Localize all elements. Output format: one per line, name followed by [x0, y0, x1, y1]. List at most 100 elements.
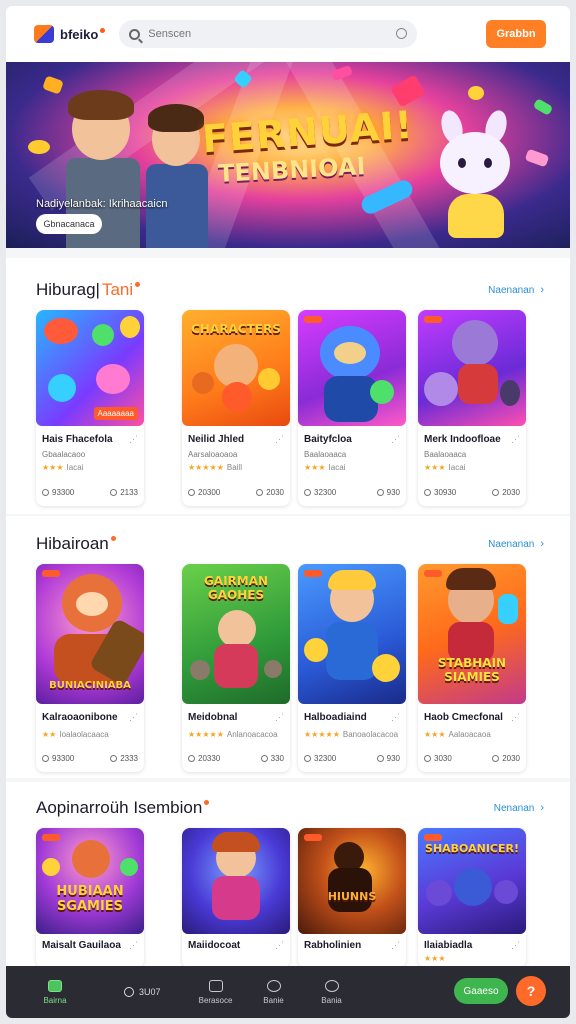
rating-stars: ★★★★★ Anlanoacacoa: [188, 730, 278, 739]
game-thumbnail[interactable]: [182, 828, 290, 934]
candy-shape: [42, 75, 64, 95]
section-popular: Hibairoan Naenanan › BUNIACINIABA Kalraoa…: [6, 516, 570, 778]
section-title-text: Aopinarroüh Isembion: [36, 798, 203, 817]
game-thumbnail[interactable]: [298, 564, 406, 704]
share-icon[interactable]: ⋰: [129, 712, 138, 723]
see-all-link[interactable]: Naenanan ›: [488, 538, 544, 550]
like-icon: [376, 755, 384, 762]
like-icon: [376, 489, 384, 496]
game-title[interactable]: Baityfcloa: [304, 434, 390, 445]
likes-stat: 2133: [110, 488, 138, 497]
section-recommended: Aopinarroüh Isembion Nenanan › HUBIAAN SG…: [6, 782, 570, 968]
nav-calendar[interactable]: Berasoce: [187, 972, 245, 1012]
card-stats: 3030 2030: [424, 754, 520, 763]
help-button[interactable]: ?: [516, 976, 546, 1006]
game-thumbnail[interactable]: GAIRMAN GAOHES: [182, 564, 290, 704]
game-title[interactable]: Neilid Jhled: [188, 434, 274, 445]
likes-count: 2333: [120, 754, 138, 763]
game-card[interactable]: SHABOANICER! Ilaiabiadla ⋰ ★★★: [418, 828, 526, 968]
character-art: [452, 320, 498, 366]
game-card[interactable]: Baityfcloa ⋰ Baalaoaaca ★★★ Iacai 32300 9…: [298, 310, 406, 506]
header-action-button[interactable]: Grabbn: [486, 20, 546, 48]
game-title[interactable]: Maiidocoat: [188, 940, 274, 951]
game-title[interactable]: Kalraoaonibone: [42, 712, 128, 723]
game-title[interactable]: Maisalt Gauilaoa: [42, 940, 128, 951]
see-all-link[interactable]: Nenanan ›: [494, 802, 544, 814]
candy-art: [370, 380, 394, 404]
game-thumbnail[interactable]: [418, 310, 526, 426]
nav-profile[interactable]: Bania: [303, 972, 361, 1012]
see-all-label: Nenanan: [493, 802, 535, 814]
candy-shape: [468, 86, 484, 100]
share-icon[interactable]: ⋰: [275, 940, 284, 951]
game-thumbnail[interactable]: HUBIAAN SGAMIES: [36, 828, 144, 934]
game-thumbnail[interactable]: Aaaaaaaa: [36, 310, 144, 426]
nav-search-label: Banie: [263, 995, 284, 1005]
game-thumbnail[interactable]: [298, 310, 406, 426]
game-card[interactable]: CHARACTERS Neilid Jhled ⋰ Aarsaloaoaoa ★…: [182, 310, 290, 506]
thumbnail-title-art: GAIRMAN GAOHES: [203, 574, 269, 602]
game-thumbnail[interactable]: SHABOANICER!: [418, 828, 526, 934]
hero-cta-button[interactable]: Gbnacanaca: [36, 214, 102, 234]
game-thumbnail[interactable]: BUNIACINIABA: [36, 564, 144, 704]
new-badge: [42, 834, 60, 841]
see-all-label: Naenanan: [488, 284, 535, 296]
game-card[interactable]: GAIRMAN GAOHES Meidobnal ⋰ ★★★★★ Anlanoac…: [182, 564, 290, 772]
character-art: [334, 342, 366, 364]
share-icon[interactable]: ⋰: [391, 434, 400, 445]
star-icons: ★★★: [424, 730, 446, 739]
game-card[interactable]: Maiidocoat ⋰: [182, 828, 290, 968]
game-title[interactable]: Rabholinien: [304, 940, 390, 951]
share-icon[interactable]: ⋰: [275, 434, 284, 445]
nav-profile-label: Bania: [321, 995, 342, 1005]
nav-clock[interactable]: 3U07: [124, 987, 161, 997]
game-title[interactable]: Hais Fhacefola: [42, 434, 128, 445]
share-icon[interactable]: ⋰: [391, 940, 400, 951]
star-icons: ★★★★★: [188, 730, 224, 739]
hero-caption: Nadiyelanbak: Ikrihaacaicn: [36, 198, 168, 210]
play-button[interactable]: Gaaeso: [454, 978, 508, 1004]
likes-stat: 2030: [492, 488, 520, 497]
game-title[interactable]: Merk Indoofloae: [424, 434, 510, 445]
game-card[interactable]: HIUNNS Rabholinien ⋰: [298, 828, 406, 968]
search-input[interactable]: [148, 28, 379, 40]
game-card[interactable]: HUBIAAN SGAMIES Maisalt Gauilaoa ⋰: [36, 828, 144, 968]
logo-text[interactable]: bfeiko: [60, 27, 98, 42]
share-icon[interactable]: ⋰: [511, 712, 520, 723]
character-art: [324, 376, 378, 422]
likes-stat: 330: [260, 754, 284, 763]
game-thumbnail[interactable]: CHARACTERS: [182, 310, 290, 426]
search-bar[interactable]: [119, 20, 418, 48]
share-icon[interactable]: ⋰: [129, 434, 138, 445]
candy-art: [42, 858, 60, 876]
logo-icon[interactable]: [34, 25, 54, 43]
nav-search[interactable]: Banie: [245, 972, 303, 1012]
game-thumbnail[interactable]: STABHAIN SIAMIES: [418, 564, 526, 704]
game-title[interactable]: Halboadiaind: [304, 712, 390, 723]
candy-art: [96, 364, 130, 394]
share-icon[interactable]: ⋰: [129, 940, 138, 951]
play-count-icon: [424, 755, 431, 762]
share-icon[interactable]: ⋰: [511, 434, 520, 445]
share-icon[interactable]: ⋰: [275, 712, 284, 723]
game-title[interactable]: Haob Cmecfonal: [424, 712, 510, 723]
candy-art: [372, 654, 400, 682]
candy-art: [120, 858, 138, 876]
thumbnail-title-art: SHABOANICER!: [425, 842, 519, 855]
calendar-icon: [208, 979, 223, 992]
nav-home[interactable]: Bairna: [26, 972, 84, 1012]
game-title[interactable]: Ilaiabiadla: [424, 940, 510, 951]
share-icon[interactable]: ⋰: [391, 712, 400, 723]
game-card[interactable]: STABHAIN SIAMIES Haob Cmecfonal ⋰ ★★★ Aal…: [418, 564, 526, 772]
game-thumbnail[interactable]: HIUNNS: [298, 828, 406, 934]
game-card[interactable]: BUNIACINIABA Kalraoaonibone ⋰ ★★ Ioalaola…: [36, 564, 144, 772]
hero-banner[interactable]: FERNUAI! TENBNIOAI Nadiyelanbak: Ikrihaa…: [6, 62, 570, 248]
game-card[interactable]: Aaaaaaaa Hais Fhacefola ⋰ Gbaalacaoo ★★★…: [36, 310, 144, 506]
plays-stat: 3030: [424, 754, 452, 763]
share-icon[interactable]: ⋰: [511, 940, 520, 951]
game-card[interactable]: Merk Indoofloae ⋰ Baalaoaaca ★★★ Iacai 30…: [418, 310, 526, 506]
game-card[interactable]: Halboadiaind ⋰ ★★★★★ Banoaolacacoa 32300 …: [298, 564, 406, 772]
search-submit-icon[interactable]: [396, 28, 408, 39]
see-all-link[interactable]: Naenanan ›: [488, 284, 544, 296]
game-title[interactable]: Meidobnal: [188, 712, 274, 723]
